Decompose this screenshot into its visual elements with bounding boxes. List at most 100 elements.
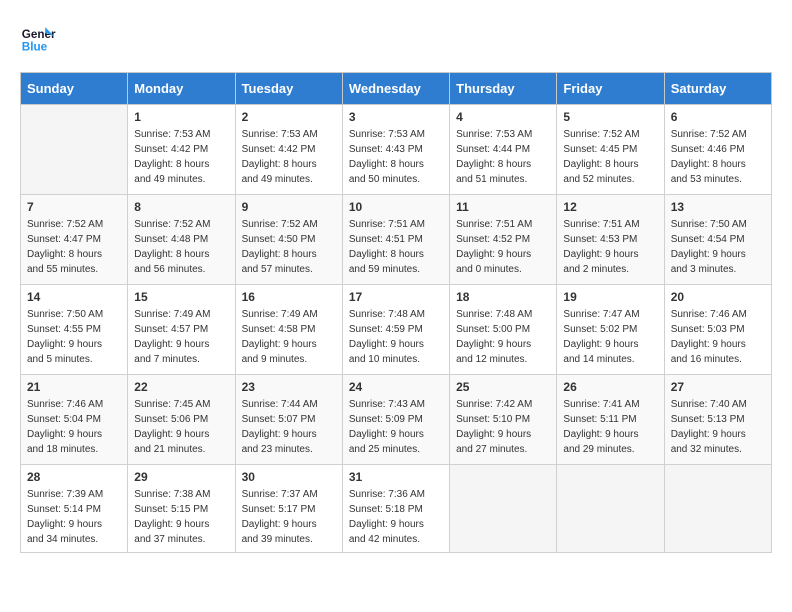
day-info: Sunrise: 7:49 AM Sunset: 4:58 PM Dayligh… [242,307,336,367]
sunrise-text: Sunrise: 7:49 AM [242,307,336,322]
day-number: 23 [242,380,336,394]
day-info: Sunrise: 7:51 AM Sunset: 4:52 PM Dayligh… [456,217,550,277]
daylight-text: Daylight: 9 hours and 0 minutes. [456,247,550,277]
calendar-header-cell: Tuesday [235,73,342,105]
day-info: Sunrise: 7:38 AM Sunset: 5:15 PM Dayligh… [134,487,228,547]
sunrise-text: Sunrise: 7:41 AM [563,397,657,412]
calendar-header-cell: Sunday [21,73,128,105]
day-number: 30 [242,470,336,484]
day-info: Sunrise: 7:46 AM Sunset: 5:03 PM Dayligh… [671,307,765,367]
day-number: 18 [456,290,550,304]
sunrise-text: Sunrise: 7:43 AM [349,397,443,412]
day-number: 24 [349,380,443,394]
calendar-cell: 18 Sunrise: 7:48 AM Sunset: 5:00 PM Dayl… [450,285,557,375]
sunset-text: Sunset: 5:18 PM [349,502,443,517]
daylight-text: Daylight: 9 hours and 9 minutes. [242,337,336,367]
calendar-week-row: 21 Sunrise: 7:46 AM Sunset: 5:04 PM Dayl… [21,375,772,465]
sunset-text: Sunset: 4:58 PM [242,322,336,337]
sunrise-text: Sunrise: 7:50 AM [27,307,121,322]
sunrise-text: Sunrise: 7:39 AM [27,487,121,502]
sunset-text: Sunset: 5:09 PM [349,412,443,427]
calendar-cell: 21 Sunrise: 7:46 AM Sunset: 5:04 PM Dayl… [21,375,128,465]
calendar-cell: 5 Sunrise: 7:52 AM Sunset: 4:45 PM Dayli… [557,105,664,195]
calendar-week-row: 14 Sunrise: 7:50 AM Sunset: 4:55 PM Dayl… [21,285,772,375]
sunset-text: Sunset: 5:07 PM [242,412,336,427]
calendar-cell: 7 Sunrise: 7:52 AM Sunset: 4:47 PM Dayli… [21,195,128,285]
daylight-text: Daylight: 9 hours and 29 minutes. [563,427,657,457]
sunset-text: Sunset: 5:03 PM [671,322,765,337]
sunrise-text: Sunrise: 7:37 AM [242,487,336,502]
calendar-cell: 25 Sunrise: 7:42 AM Sunset: 5:10 PM Dayl… [450,375,557,465]
sunset-text: Sunset: 5:10 PM [456,412,550,427]
day-info: Sunrise: 7:44 AM Sunset: 5:07 PM Dayligh… [242,397,336,457]
daylight-text: Daylight: 9 hours and 2 minutes. [563,247,657,277]
sunrise-text: Sunrise: 7:52 AM [134,217,228,232]
daylight-text: Daylight: 8 hours and 59 minutes. [349,247,443,277]
daylight-text: Daylight: 9 hours and 5 minutes. [27,337,121,367]
calendar-cell: 29 Sunrise: 7:38 AM Sunset: 5:15 PM Dayl… [128,465,235,553]
daylight-text: Daylight: 9 hours and 16 minutes. [671,337,765,367]
daylight-text: Daylight: 9 hours and 23 minutes. [242,427,336,457]
day-number: 11 [456,200,550,214]
daylight-text: Daylight: 9 hours and 27 minutes. [456,427,550,457]
sunrise-text: Sunrise: 7:52 AM [563,127,657,142]
sunset-text: Sunset: 5:02 PM [563,322,657,337]
day-info: Sunrise: 7:49 AM Sunset: 4:57 PM Dayligh… [134,307,228,367]
day-number: 4 [456,110,550,124]
daylight-text: Daylight: 9 hours and 25 minutes. [349,427,443,457]
day-info: Sunrise: 7:45 AM Sunset: 5:06 PM Dayligh… [134,397,228,457]
day-info: Sunrise: 7:51 AM Sunset: 4:51 PM Dayligh… [349,217,443,277]
sunset-text: Sunset: 4:47 PM [27,232,121,247]
daylight-text: Daylight: 8 hours and 55 minutes. [27,247,121,277]
sunset-text: Sunset: 4:44 PM [456,142,550,157]
day-number: 17 [349,290,443,304]
calendar-header-cell: Saturday [664,73,771,105]
daylight-text: Daylight: 8 hours and 49 minutes. [242,157,336,187]
day-number: 12 [563,200,657,214]
calendar-cell: 20 Sunrise: 7:46 AM Sunset: 5:03 PM Dayl… [664,285,771,375]
calendar-cell: 19 Sunrise: 7:47 AM Sunset: 5:02 PM Dayl… [557,285,664,375]
sunrise-text: Sunrise: 7:51 AM [563,217,657,232]
calendar-cell: 10 Sunrise: 7:51 AM Sunset: 4:51 PM Dayl… [342,195,449,285]
day-info: Sunrise: 7:46 AM Sunset: 5:04 PM Dayligh… [27,397,121,457]
sunrise-text: Sunrise: 7:52 AM [242,217,336,232]
calendar-table: SundayMondayTuesdayWednesdayThursdayFrid… [20,72,772,553]
day-number: 27 [671,380,765,394]
day-number: 3 [349,110,443,124]
sunrise-text: Sunrise: 7:46 AM [27,397,121,412]
day-info: Sunrise: 7:52 AM Sunset: 4:45 PM Dayligh… [563,127,657,187]
day-info: Sunrise: 7:42 AM Sunset: 5:10 PM Dayligh… [456,397,550,457]
day-number: 1 [134,110,228,124]
daylight-text: Daylight: 8 hours and 49 minutes. [134,157,228,187]
sunrise-text: Sunrise: 7:44 AM [242,397,336,412]
day-number: 29 [134,470,228,484]
sunrise-text: Sunrise: 7:53 AM [134,127,228,142]
calendar-cell: 24 Sunrise: 7:43 AM Sunset: 5:09 PM Dayl… [342,375,449,465]
sunset-text: Sunset: 5:14 PM [27,502,121,517]
daylight-text: Daylight: 8 hours and 57 minutes. [242,247,336,277]
daylight-text: Daylight: 8 hours and 53 minutes. [671,157,765,187]
day-info: Sunrise: 7:36 AM Sunset: 5:18 PM Dayligh… [349,487,443,547]
day-number: 20 [671,290,765,304]
daylight-text: Daylight: 9 hours and 32 minutes. [671,427,765,457]
calendar-cell: 23 Sunrise: 7:44 AM Sunset: 5:07 PM Dayl… [235,375,342,465]
day-info: Sunrise: 7:53 AM Sunset: 4:44 PM Dayligh… [456,127,550,187]
day-info: Sunrise: 7:52 AM Sunset: 4:47 PM Dayligh… [27,217,121,277]
day-number: 14 [27,290,121,304]
sunset-text: Sunset: 5:11 PM [563,412,657,427]
day-number: 21 [27,380,121,394]
sunset-text: Sunset: 4:48 PM [134,232,228,247]
day-number: 8 [134,200,228,214]
daylight-text: Daylight: 9 hours and 18 minutes. [27,427,121,457]
sunrise-text: Sunrise: 7:42 AM [456,397,550,412]
calendar-cell: 3 Sunrise: 7:53 AM Sunset: 4:43 PM Dayli… [342,105,449,195]
daylight-text: Daylight: 9 hours and 3 minutes. [671,247,765,277]
day-number: 6 [671,110,765,124]
day-number: 2 [242,110,336,124]
calendar-cell: 17 Sunrise: 7:48 AM Sunset: 4:59 PM Dayl… [342,285,449,375]
day-number: 9 [242,200,336,214]
sunset-text: Sunset: 5:04 PM [27,412,121,427]
svg-text:Blue: Blue [22,41,48,54]
day-info: Sunrise: 7:48 AM Sunset: 5:00 PM Dayligh… [456,307,550,367]
calendar-cell: 1 Sunrise: 7:53 AM Sunset: 4:42 PM Dayli… [128,105,235,195]
